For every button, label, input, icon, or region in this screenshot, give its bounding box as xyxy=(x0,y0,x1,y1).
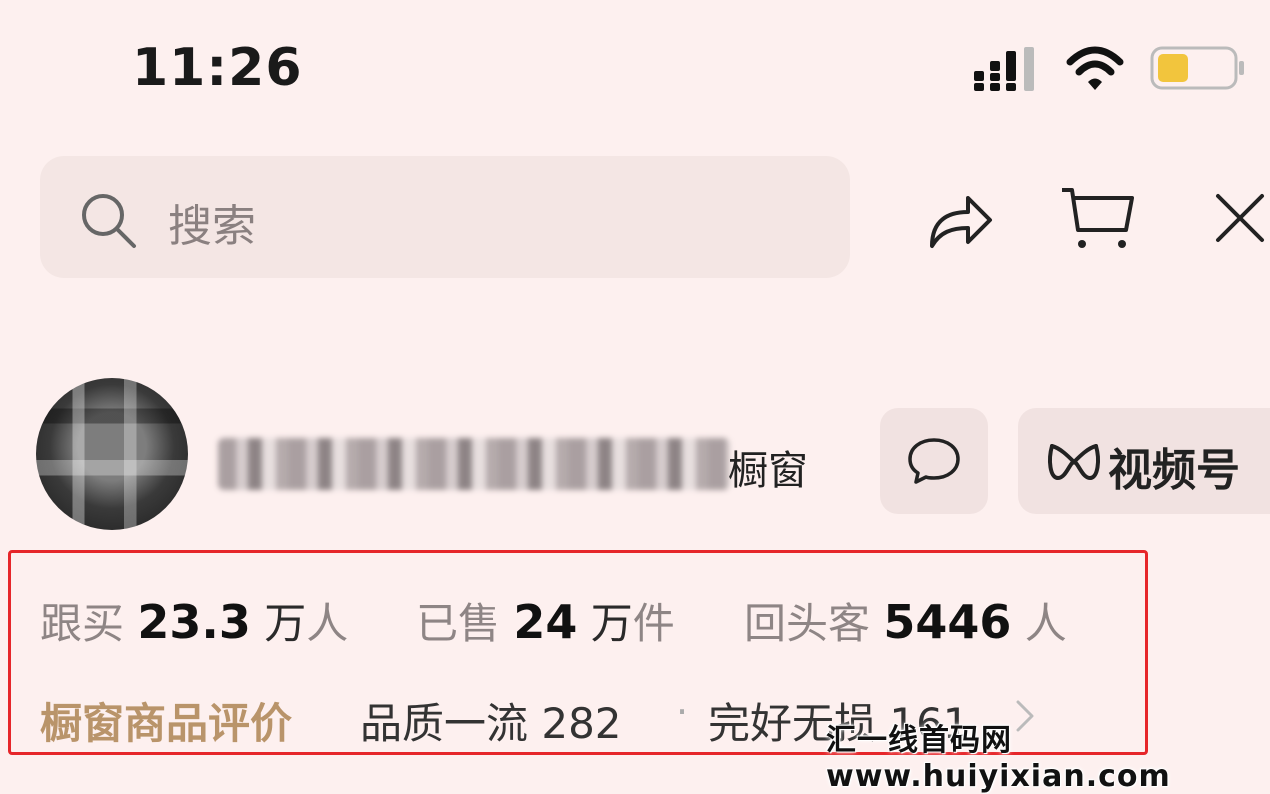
stat-followers-value: 23.3 xyxy=(137,595,251,649)
stat-sold-unit2: 件 xyxy=(632,599,675,648)
battery-icon xyxy=(1150,46,1244,90)
search-bar[interactable] xyxy=(40,156,850,278)
stat-returning-unit: 人 xyxy=(1024,599,1067,648)
search-placeholder[interactable]: 搜索 xyxy=(168,190,256,254)
review-tag-quality[interactable]: 品质一流 282 xyxy=(360,690,622,751)
shop-name-suffix[interactable]: 橱窗 xyxy=(728,438,808,496)
stat-followers-unit2: 人 xyxy=(306,599,349,648)
review-separator: · xyxy=(676,690,689,734)
shop-name-blurred[interactable] xyxy=(218,438,730,490)
stat-followers: 跟买 23.3 万人 xyxy=(40,590,348,651)
reviews-label[interactable]: 橱窗商品评价 xyxy=(40,690,292,751)
stat-sold-unit: 万 xyxy=(590,599,633,648)
status-time: 11:26 xyxy=(132,38,303,98)
stat-returning: 回头客 5446 人 xyxy=(744,590,1067,651)
chat-bubble-icon xyxy=(908,438,960,484)
channels-label[interactable]: 视频号 xyxy=(1108,434,1240,498)
shop-avatar[interactable] xyxy=(36,378,188,530)
stat-followers-label: 跟买 xyxy=(40,599,125,648)
search-icon xyxy=(82,194,136,248)
stat-sold: 已售 24 万件 xyxy=(416,590,675,651)
stat-returning-label: 回头客 xyxy=(744,599,871,648)
share-icon[interactable] xyxy=(924,184,996,254)
wifi-icon xyxy=(1066,46,1124,90)
stat-followers-unit: 万 xyxy=(264,599,307,648)
stat-sold-value: 24 xyxy=(513,595,578,649)
channels-logo-icon xyxy=(1048,444,1100,481)
stat-sold-label: 已售 xyxy=(416,599,501,648)
watermark: 汇一线首码网 www.huiyixian.com xyxy=(826,723,1171,794)
cart-icon[interactable] xyxy=(1060,184,1136,254)
close-icon[interactable] xyxy=(1210,188,1270,248)
stat-returning-value: 5446 xyxy=(883,595,1012,649)
signal-icon xyxy=(974,47,1034,91)
